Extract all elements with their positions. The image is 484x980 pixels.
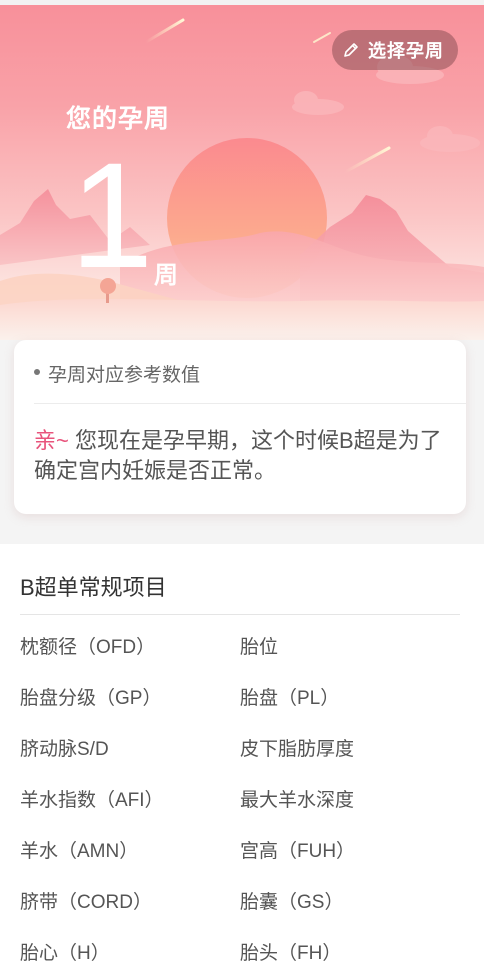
section-title: B超单常规项目 [20,575,167,600]
message-text: 您现在是孕早期，这个时候B超是为了确定宫内妊娠是否正常。 [34,428,442,483]
item-fetal-position[interactable]: 胎位 [240,634,460,685]
item-h[interactable]: 胎心（H） [20,940,240,980]
week-unit: 周 [154,262,178,289]
bullet-dot [34,369,40,375]
item-gs[interactable]: 胎囊（GS） [240,889,460,940]
week-hero: 选择孕周 您的孕周 1 周 [0,5,484,340]
item-afi[interactable]: 羊水指数（AFI） [20,787,240,838]
section-divider [20,614,460,615]
item-umbilical-artery[interactable]: 脐动脉S/D [20,736,240,787]
pencil-icon [342,41,360,59]
week-number: 1 [70,131,154,299]
item-gp[interactable]: 胎盘分级（GP） [20,685,240,736]
meteor-2 [343,146,391,174]
items-grid: 枕额径（OFD） 胎位 胎盘分级（GP） 胎盘（PL） 脐动脉S/D 皮下脂肪厚… [20,634,460,980]
item-amn[interactable]: 羊水（AMN） [20,838,240,889]
ultrasound-items-section: B超单常规项目 枕额径（OFD） 胎位 胎盘分级（GP） 胎盘（PL） 脐动脉S… [0,544,484,980]
item-pl[interactable]: 胎盘（PL） [240,685,460,736]
meteor-3 [313,32,331,43]
item-subcutaneous-fat[interactable]: 皮下脂肪厚度 [240,736,460,787]
select-week-button[interactable]: 选择孕周 [332,30,458,70]
item-fh[interactable]: 胎头（FH） [240,940,460,980]
item-fuh[interactable]: 宫高（FUH） [240,838,460,889]
item-ofd[interactable]: 枕额径（OFD） [20,634,240,685]
reference-message: 亲~ 您现在是孕早期，这个时候B超是为了确定宫内妊娠是否正常。 [34,426,454,486]
reference-heading: 孕周对应参考数值 [34,360,466,404]
reference-heading-text: 孕周对应参考数值 [48,365,201,386]
reference-card: 孕周对应参考数值 亲~ 您现在是孕早期，这个时候B超是为了确定宫内妊娠是否正常。 [14,340,466,514]
greeting-text: 亲~ [34,428,69,453]
meteor-1 [144,18,185,44]
item-cord[interactable]: 脐带（CORD） [20,889,240,940]
item-max-amniotic-depth[interactable]: 最大羊水深度 [240,787,460,838]
select-week-label: 选择孕周 [368,41,444,61]
week-title: 您的孕周 [66,105,171,133]
